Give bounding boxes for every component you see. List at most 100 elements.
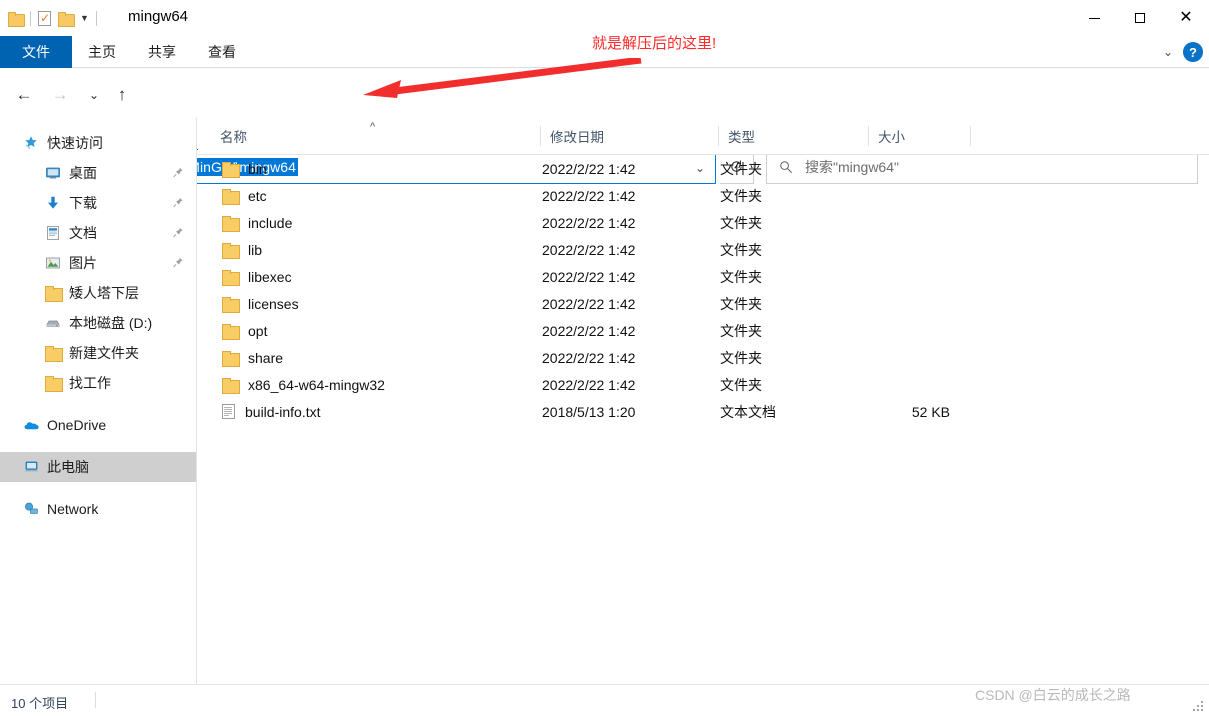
sidebar-item-label: 快速访问 (47, 135, 103, 151)
recent-locations-button[interactable]: ⌄ (82, 83, 106, 107)
resize-grip[interactable] (1191, 699, 1205, 713)
folder-icon[interactable] (8, 11, 25, 27)
file-name-label: opt (248, 322, 268, 339)
sidebar-item-quick-access[interactable]: 快速访问 (0, 128, 196, 158)
folder-icon (222, 269, 240, 286)
sidebar-item-desktop[interactable]: 桌面 (0, 158, 196, 188)
file-name-cell[interactable]: opt (222, 322, 268, 340)
file-name-cell[interactable]: libexec (222, 268, 292, 286)
folder-icon (222, 350, 240, 367)
sort-ascending-icon: ^ (370, 121, 376, 133)
tab-view[interactable]: 查看 (192, 36, 252, 68)
file-explorer-window: ✓ ▼ mingw64 ✕ 文件 主页 共享 查看 ⌄ ? ← → ⌄ ↑ D:… (0, 0, 1209, 716)
folder-icon (222, 323, 240, 340)
sidebar-item-this-pc[interactable]: 此电脑 (0, 452, 196, 482)
up-button[interactable]: ↑ (110, 83, 134, 107)
window-controls: ✕ (1071, 0, 1209, 36)
sidebar-item-job-hunt[interactable]: 找工作 (0, 368, 196, 398)
properties-icon[interactable]: ✓ (38, 10, 51, 26)
maximize-icon (1135, 13, 1145, 23)
ribbon-right-controls: ⌄ ? (1163, 36, 1203, 68)
file-type-cell: 文件夹 (720, 349, 762, 366)
table-row[interactable]: lib 2022/2/22 1:42 文件夹 (198, 236, 1209, 263)
back-button[interactable]: ← (12, 83, 36, 107)
file-name-cell[interactable]: bin (222, 160, 267, 178)
close-button[interactable]: ✕ (1163, 0, 1209, 36)
annotation-arrow-icon (363, 58, 642, 98)
tab-file[interactable]: 文件 (0, 36, 72, 68)
title-bar: ✓ ▼ mingw64 ✕ (0, 0, 1209, 36)
column-divider[interactable] (970, 126, 971, 146)
column-header-name[interactable]: 名称 (220, 118, 540, 154)
sidebar-item-network[interactable]: Network (0, 494, 196, 524)
sidebar-item-dwarf-tower[interactable]: 矮人塔下层 (0, 278, 196, 308)
sidebar-item-pictures[interactable]: 图片 (0, 248, 196, 278)
tab-home-label: 主页 (88, 44, 116, 60)
column-header-end (970, 118, 971, 154)
forward-button[interactable]: → (48, 83, 72, 107)
sidebar-item-label: 桌面 (69, 165, 97, 181)
network-icon (22, 500, 40, 518)
file-type-cell: 文件夹 (720, 160, 762, 177)
column-divider[interactable] (540, 126, 541, 146)
table-row[interactable]: build-info.txt 2018/5/13 1:20 文本文档 52 KB (198, 398, 1209, 425)
table-row[interactable]: licenses 2022/2/22 1:42 文件夹 (198, 290, 1209, 317)
sidebar-item-local-disk-d[interactable]: 本地磁盘 (D:) (0, 308, 196, 338)
pictures-icon (44, 254, 62, 272)
file-name-cell[interactable]: etc (222, 188, 267, 205)
status-divider (95, 692, 96, 708)
file-name-cell[interactable]: share (222, 350, 283, 367)
column-header-date[interactable]: 修改日期 (540, 118, 718, 154)
toolbar-divider-2 (95, 10, 97, 26)
table-row[interactable]: share 2022/2/22 1:42 文件夹 (198, 344, 1209, 371)
customize-caret-icon[interactable]: ▼ (80, 13, 89, 23)
table-row[interactable]: include 2022/2/22 1:42 文件夹 (198, 209, 1209, 236)
file-date-cell: 2022/2/22 1:42 (542, 187, 636, 204)
tab-home[interactable]: 主页 (72, 36, 132, 68)
table-row[interactable]: libexec 2022/2/22 1:42 文件夹 (198, 263, 1209, 290)
column-header-type-label: 类型 (728, 130, 755, 145)
sidebar-item-label: 文档 (69, 225, 97, 241)
column-divider[interactable] (868, 126, 869, 146)
column-header-size[interactable]: 大小 (868, 118, 970, 154)
chevron-down-icon[interactable]: ⌄ (1163, 45, 1173, 59)
file-name-cell[interactable]: x86_64-w64-mingw32 (222, 377, 385, 394)
file-name-label: bin (248, 160, 267, 177)
column-header-size-label: 大小 (878, 130, 905, 145)
folder-icon (222, 242, 240, 259)
file-name-cell[interactable]: licenses (222, 296, 299, 313)
pin-icon[interactable] (172, 166, 184, 179)
help-button[interactable]: ? (1183, 42, 1203, 62)
sidebar-item-documents[interactable]: 文档 (0, 218, 196, 248)
pin-icon[interactable] (172, 196, 184, 209)
maximize-button[interactable] (1117, 0, 1163, 36)
file-name-cell[interactable]: include (222, 215, 292, 232)
table-row[interactable]: opt 2022/2/22 1:42 文件夹 (198, 317, 1209, 344)
column-divider[interactable] (718, 126, 719, 146)
table-row[interactable]: x86_64-w64-mingw32 2022/2/22 1:42 文件夹 (198, 371, 1209, 398)
file-name-cell[interactable]: lib (222, 242, 262, 259)
toolbar-divider (30, 10, 31, 26)
file-name-cell[interactable]: build-info.txt (222, 404, 320, 420)
table-row[interactable]: bin 2022/2/22 1:42 文件夹 (198, 155, 1209, 182)
pin-icon[interactable] (172, 226, 184, 239)
table-row[interactable]: etc 2022/2/22 1:42 文件夹 (198, 182, 1209, 209)
folder-icon (222, 215, 240, 232)
minimize-icon (1088, 17, 1100, 19)
new-folder-icon[interactable] (58, 11, 75, 27)
folder-icon (222, 188, 240, 205)
file-date-cell: 2022/2/22 1:42 (542, 376, 636, 393)
drive-icon (44, 314, 62, 332)
column-header-type[interactable]: 类型 (718, 118, 868, 154)
sidebar-item-onedrive[interactable]: OneDrive (0, 410, 196, 440)
file-list[interactable]: bin 2022/2/22 1:42 文件夹 etc 2022/2/22 1:4… (198, 155, 1209, 684)
pin-icon[interactable] (172, 256, 184, 269)
sidebar-item-downloads[interactable]: 下载 (0, 188, 196, 218)
tab-share[interactable]: 共享 (132, 36, 192, 68)
navigation-pane[interactable]: 快速访问 桌面 下载 文档 图片 矮人塔下层 本地磁盘 (D:) 新建文件夹 找… (0, 118, 197, 684)
close-icon: ✕ (1179, 9, 1193, 26)
star-pin-icon (22, 134, 40, 152)
minimize-button[interactable] (1071, 0, 1117, 36)
sidebar-item-new-folder[interactable]: 新建文件夹 (0, 338, 196, 368)
file-name-label: libexec (248, 268, 292, 285)
